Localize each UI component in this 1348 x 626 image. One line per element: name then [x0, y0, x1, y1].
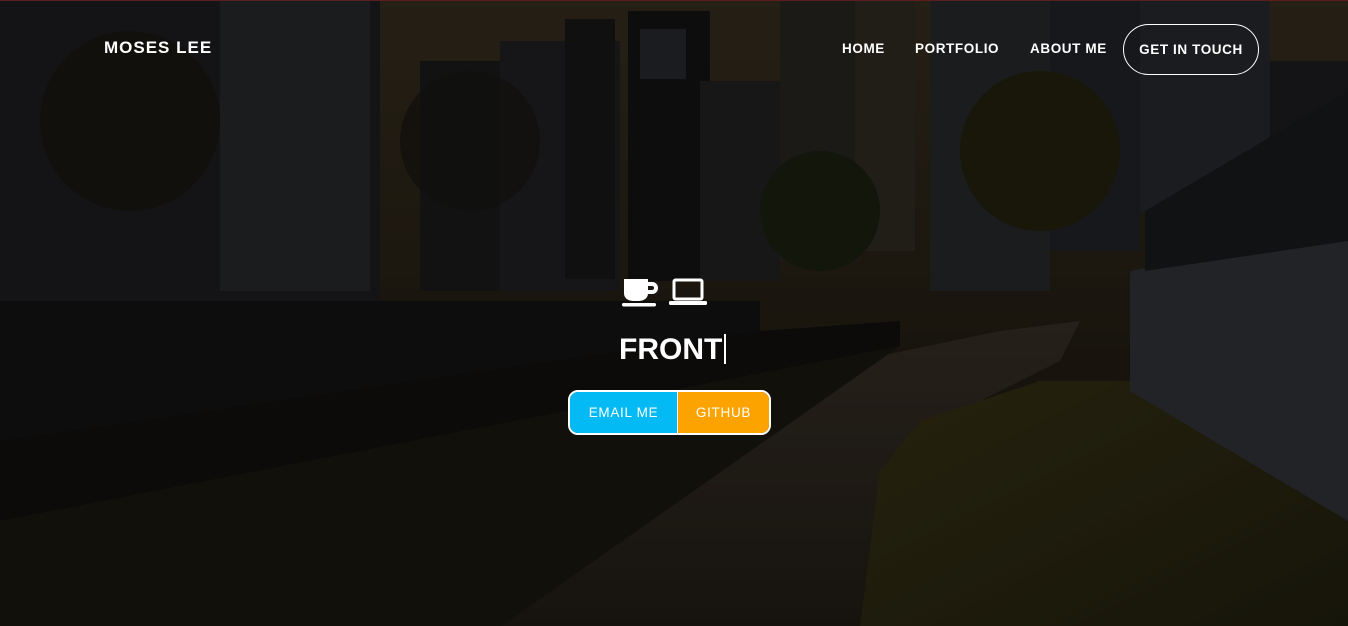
github-button[interactable]: GITHUB — [678, 392, 769, 433]
get-in-touch-button[interactable]: GET IN TOUCH — [1123, 24, 1259, 75]
navbar: MOSES LEE HOME PORTFOLIO ABOUT ME GET IN… — [0, 1, 1348, 97]
hero-section: MOSES LEE HOME PORTFOLIO ABOUT ME GET IN… — [0, 0, 1348, 626]
coffee-icon — [620, 277, 660, 314]
hero-icons — [620, 277, 712, 311]
laptop-icon — [668, 277, 708, 314]
hero-button-group: EMAIL ME GITHUB — [568, 390, 771, 435]
email-me-button[interactable]: EMAIL ME — [570, 392, 678, 433]
nav-link-about-me[interactable]: ABOUT ME — [1030, 41, 1107, 56]
typed-text: FRONT — [619, 333, 723, 366]
nav-link-home[interactable]: HOME — [842, 41, 885, 56]
typed-headline: FRONT — [619, 332, 727, 368]
brand-logo[interactable]: MOSES LEE — [104, 38, 212, 58]
nav-link-portfolio[interactable]: PORTFOLIO — [915, 41, 999, 56]
typing-cursor — [724, 334, 727, 364]
